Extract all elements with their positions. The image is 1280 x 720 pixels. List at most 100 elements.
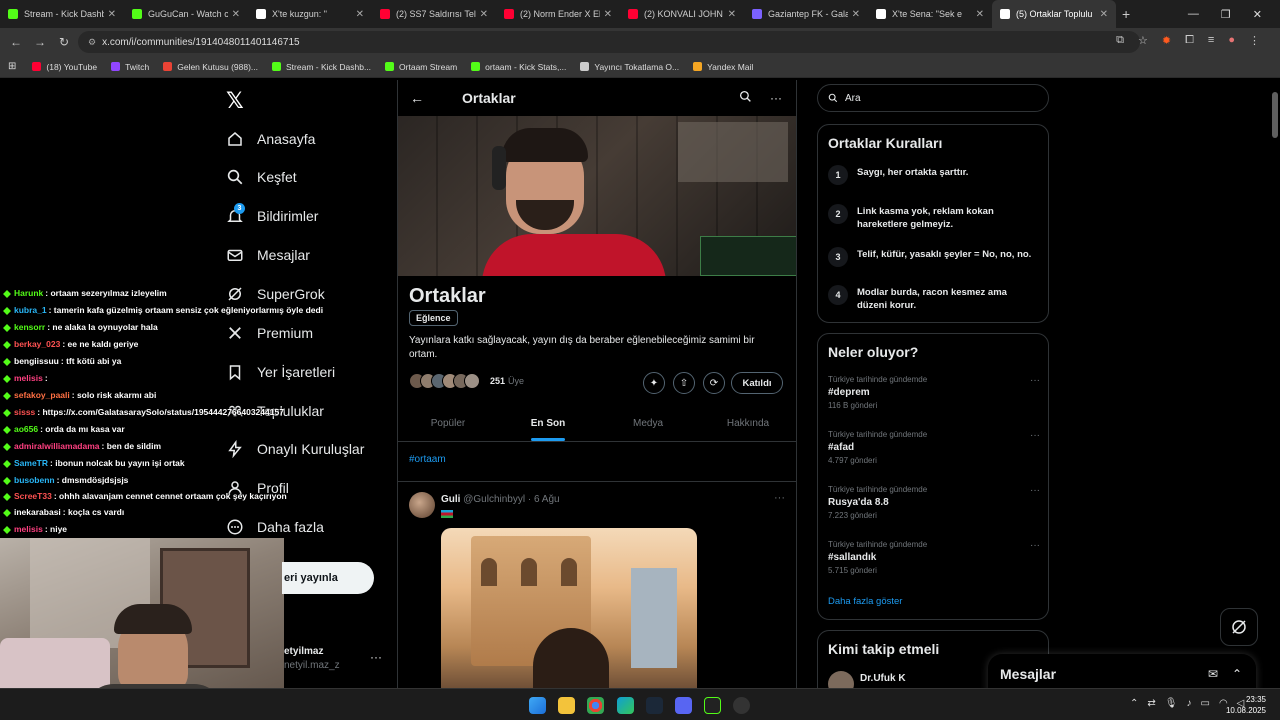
- bookmark-item[interactable]: ortaam - Kick Stats,...: [471, 62, 566, 72]
- trend-item[interactable]: Türkiye tarihinde gündemde #deprem 116 B g…: [828, 375, 1040, 410]
- tab-close-icon[interactable]: ✕: [356, 9, 364, 20]
- hashtag-link[interactable]: #ortaam: [409, 454, 446, 465]
- bookmark-item[interactable]: Yandex Mail: [693, 62, 753, 72]
- chrome-icon[interactable]: [587, 697, 604, 714]
- tab-close-icon[interactable]: ✕: [1100, 9, 1108, 20]
- extension-icon[interactable]: ✹: [1162, 34, 1171, 47]
- hashtag-filter[interactable]: #ortaam: [398, 442, 796, 482]
- trend-more-icon[interactable]: ···: [1030, 485, 1040, 496]
- x-logo-icon[interactable]: 𝕏: [226, 88, 244, 114]
- new-message-icon[interactable]: ✉: [1208, 667, 1218, 681]
- tab-close-icon[interactable]: ✕: [480, 9, 488, 20]
- app-icon[interactable]: [733, 697, 750, 714]
- apps-grid-icon[interactable]: ⊞: [8, 61, 16, 72]
- browser-tab[interactable]: GuGuCan - Watch cli ✕: [124, 0, 248, 28]
- close-window-icon[interactable]: ✕: [1253, 8, 1262, 21]
- more-options-icon[interactable]: ···: [770, 91, 782, 105]
- tab-close-icon[interactable]: ✕: [232, 9, 240, 20]
- nav-item-more-circle[interactable]: Daha fazla: [226, 515, 324, 539]
- steam-icon[interactable]: [646, 697, 663, 714]
- nav-item-bell[interactable]: 3 Bildirimler: [226, 203, 318, 228]
- nav-item-search[interactable]: Keşfet: [226, 165, 297, 189]
- nav-item-lightning[interactable]: Onaylı Kuruluşlar: [226, 437, 364, 461]
- grok-button[interactable]: [1220, 608, 1258, 646]
- bookmark-item[interactable]: Stream - Kick Dashb...: [272, 62, 371, 72]
- nav-item-x[interactable]: Premium: [226, 321, 313, 345]
- browser-tab[interactable]: Gaziantep FK - Galat ✕: [744, 0, 868, 28]
- search-community-icon[interactable]: [739, 90, 752, 106]
- browser-tab[interactable]: (5) Ortaklar Toplulu ✕: [992, 0, 1116, 28]
- trend-item[interactable]: Türkiye tarihinde gündemde #sallandık 5.71…: [828, 540, 1040, 575]
- back-arrow-icon[interactable]: ←: [410, 90, 440, 106]
- nav-item-home[interactable]: Anasayfa: [226, 127, 315, 151]
- maximize-icon[interactable]: ❐: [1221, 8, 1231, 21]
- search-box[interactable]: Ara: [817, 84, 1049, 112]
- menu-icon[interactable]: ⋮: [1249, 34, 1260, 47]
- nav-item-bookmark[interactable]: Yer İşaretleri: [226, 360, 335, 384]
- trend-item[interactable]: Türkiye tarihinde gündemde Rusya'da 8.8 7.…: [828, 485, 1040, 520]
- community-category-tag[interactable]: Eğlence: [409, 310, 458, 326]
- post-more-icon[interactable]: ···: [774, 492, 785, 504]
- trend-more-icon[interactable]: ···: [1030, 540, 1040, 551]
- post-avatar[interactable]: [409, 492, 435, 518]
- new-tab-button[interactable]: +: [1122, 6, 1142, 22]
- puzzle-icon[interactable]: ⧠: [1185, 34, 1194, 47]
- edge-icon[interactable]: [617, 697, 634, 714]
- display-icon[interactable]: ▭: [1200, 698, 1209, 709]
- post-image[interactable]: [441, 528, 697, 688]
- file-explorer-icon[interactable]: [558, 697, 575, 714]
- post-item[interactable]: Guli @Gulchinbyyl · 6 Ağu ···: [398, 482, 796, 688]
- site-info-icon[interactable]: ⚙: [88, 37, 96, 48]
- minimize-icon[interactable]: —: [1188, 8, 1199, 20]
- tab-close-icon[interactable]: ✕: [108, 9, 116, 20]
- share-icon[interactable]: ⇧: [673, 372, 695, 394]
- post-handle[interactable]: @Gulchinbyyl: [463, 494, 525, 505]
- discord-icon[interactable]: [675, 697, 692, 714]
- trend-more-icon[interactable]: ···: [1030, 430, 1040, 441]
- account-more-icon[interactable]: ···: [370, 650, 382, 664]
- pin-icon[interactable]: ✦: [643, 372, 665, 394]
- follow-user-name[interactable]: Dr.Ufuk K: [860, 673, 906, 684]
- browser-tab[interactable]: (2) Norm Ender X Eb ✕: [496, 0, 620, 28]
- community-tab[interactable]: Popüler: [398, 406, 498, 441]
- chevron-up-icon[interactable]: ⌃: [1130, 698, 1138, 709]
- obs-icon[interactable]: [704, 697, 721, 714]
- bookmark-item[interactable]: Gelen Kutusu (988)...: [163, 62, 258, 72]
- tab-close-icon[interactable]: ✕: [852, 9, 860, 20]
- post-author[interactable]: Guli: [441, 494, 460, 505]
- browser-tab[interactable]: (2) KONVALI JOHN W ✕: [620, 0, 744, 28]
- reload-icon[interactable]: ↻: [52, 35, 76, 49]
- community-tab[interactable]: En Son: [498, 406, 598, 441]
- start-icon[interactable]: [529, 697, 546, 714]
- media-icon[interactable]: ≡: [1208, 34, 1214, 47]
- mic-icon[interactable]: 🎙: [1165, 698, 1178, 709]
- show-more-link[interactable]: Daha fazla göster: [828, 596, 902, 607]
- forward-icon[interactable]: →: [28, 35, 52, 49]
- back-icon[interactable]: ←: [4, 35, 28, 49]
- tab-close-icon[interactable]: ✕: [976, 9, 984, 20]
- star-icon[interactable]: ☆: [1138, 34, 1148, 47]
- profile-icon[interactable]: ●: [1228, 34, 1235, 47]
- post-button[interactable]: eri yayınla: [282, 562, 374, 594]
- address-bar[interactable]: ⚙ x.com/i/communities/191404801140114671…: [78, 31, 1140, 53]
- tab-close-icon[interactable]: ✕: [728, 9, 736, 20]
- scrollbar-thumb[interactable]: [1272, 92, 1278, 138]
- nav-item-grok[interactable]: SuperGrok: [226, 282, 325, 306]
- browser-tab[interactable]: X'te Sena: "Sek e ✕: [868, 0, 992, 28]
- trend-more-icon[interactable]: ···: [1030, 375, 1040, 386]
- members-summary[interactable]: 251 Üye: [409, 373, 524, 389]
- network-icon[interactable]: ⇄: [1147, 698, 1155, 709]
- bookmark-item[interactable]: Yayıncı Tokatlama O...: [580, 62, 679, 72]
- page-scrollbar[interactable]: [1270, 80, 1280, 688]
- tab-close-icon[interactable]: ✕: [604, 9, 612, 20]
- joined-button[interactable]: Katıldı: [731, 372, 783, 394]
- install-icon[interactable]: ⧉: [1116, 34, 1124, 47]
- community-tab[interactable]: Medya: [598, 406, 698, 441]
- repost-icon[interactable]: ⟳: [703, 372, 725, 394]
- browser-tab[interactable]: X'te kuzgun: " ✕: [248, 0, 372, 28]
- community-tab[interactable]: Hakkında: [698, 406, 796, 441]
- browser-tab[interactable]: Stream - Kick Dashbo ✕: [0, 0, 124, 28]
- bookmark-item[interactable]: (18) YouTube: [32, 62, 97, 72]
- nav-item-mail[interactable]: Mesajlar: [226, 243, 310, 267]
- system-clock[interactable]: 23:35 10.08.2025: [1226, 694, 1266, 716]
